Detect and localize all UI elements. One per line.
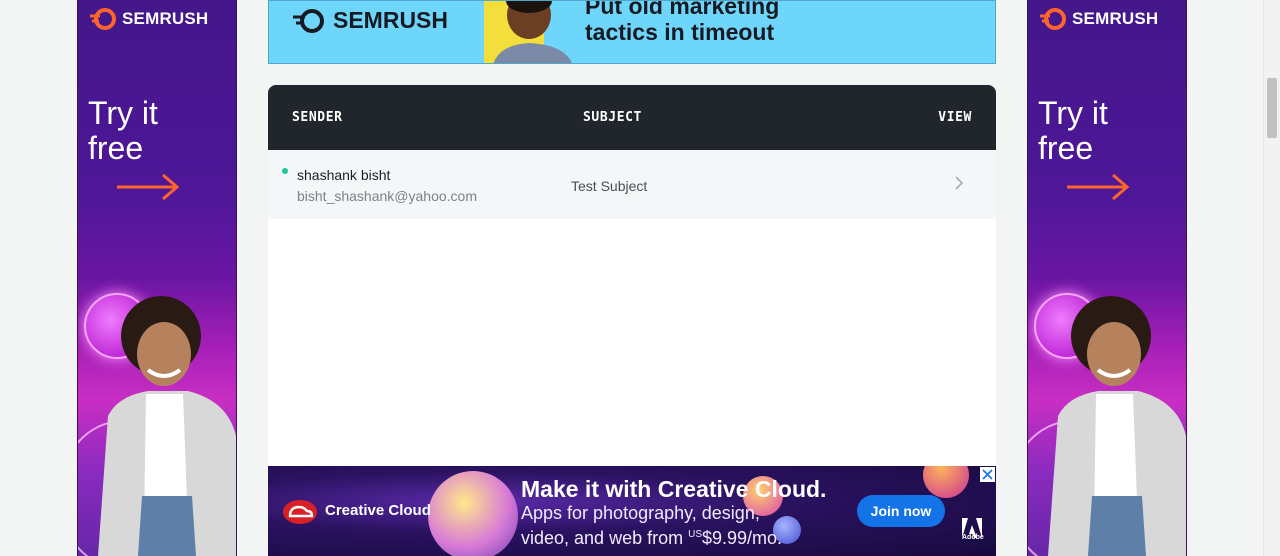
join-now-button[interactable]: Join now [857,495,945,527]
column-header-subject: SUBJECT [583,110,642,125]
semrush-logo-icon [90,8,116,30]
chevron-right-icon[interactable] [952,174,966,192]
vendor-name: Adobe [962,534,984,541]
unread-indicator-icon [282,168,288,174]
inbox-panel: SENDER SUBJECT VIEW shashank bisht bisht… [268,85,996,475]
brand-name: SEMRUSH [122,9,209,28]
tagline-line-2: free [1038,130,1094,166]
headline-line-2: tactics in timeout [585,19,775,45]
price-label: $9.99/mo. [702,528,783,548]
close-icon [982,469,993,480]
left-side-ad[interactable]: SEMRUSH Try it free [77,0,237,556]
page-scrollbar[interactable] [1263,0,1280,556]
sender-name: shashank bisht [297,167,391,183]
inbox-header: SENDER SUBJECT VIEW [268,85,996,150]
top-banner-ad[interactable]: SEMRUSH Put old marketing tactics in tim… [268,0,996,64]
arrow-right-icon [1067,173,1130,201]
tagline-line-2: free [88,130,144,166]
tagline-line-1: Try it [1038,95,1108,131]
message-row[interactable]: shashank bisht bisht_shashank@yahoo.com … [268,150,996,219]
semrush-logo-icon [1040,8,1066,30]
semrush-brand: SEMRUSH [1038,8,1158,30]
ad-subtitle-line-1: Apps for photography, design, [521,503,760,523]
product-name: Creative Cloud [325,502,431,519]
semrush-brand: SEMRUSH [88,8,208,30]
creative-cloud-logo-icon [283,500,317,524]
brand-name: SEMRUSH [1072,9,1159,28]
banner-headline: Put old marketing tactics in timeout [585,0,780,45]
semrush-logo-icon [293,8,324,33]
child-photo [484,1,573,63]
headline-line-1: Put old marketing [585,0,780,19]
person-photo [1048,296,1186,556]
column-header-view: VIEW [938,110,972,125]
column-header-sender: SENDER [292,110,343,125]
ad-subtitle: Apps for photography, design, video, and… [521,502,782,549]
tagline-line-1: Try it [88,95,158,131]
currency-label: US [688,529,702,540]
ad-close-button[interactable] [980,467,995,482]
scrollbar-thumb[interactable] [1267,78,1277,138]
decorative-planet [428,471,518,556]
ad-subtitle-line-2: video, and web from US$9.99/mo. [521,524,782,549]
brand-name: SEMRUSH [333,7,449,33]
decorative-planet [923,466,969,498]
bottom-banner-ad[interactable]: Creative Cloud Make it with Creative Clo… [268,466,996,556]
person-photo [98,296,236,556]
arrow-right-icon [117,173,180,201]
ad-tagline: Try it free [88,96,158,166]
ad-title: Make it with Creative Cloud. [521,476,827,502]
ad-tagline: Try it free [1038,96,1108,166]
semrush-brand: SEMRUSH [291,7,448,34]
right-side-ad[interactable]: SEMRUSH Try it free [1027,0,1187,556]
sender-email: bisht_shashank@yahoo.com [297,188,477,204]
message-subject: Test Subject [571,178,648,194]
ad-subtitle-prefix: video, and web from [521,528,689,548]
